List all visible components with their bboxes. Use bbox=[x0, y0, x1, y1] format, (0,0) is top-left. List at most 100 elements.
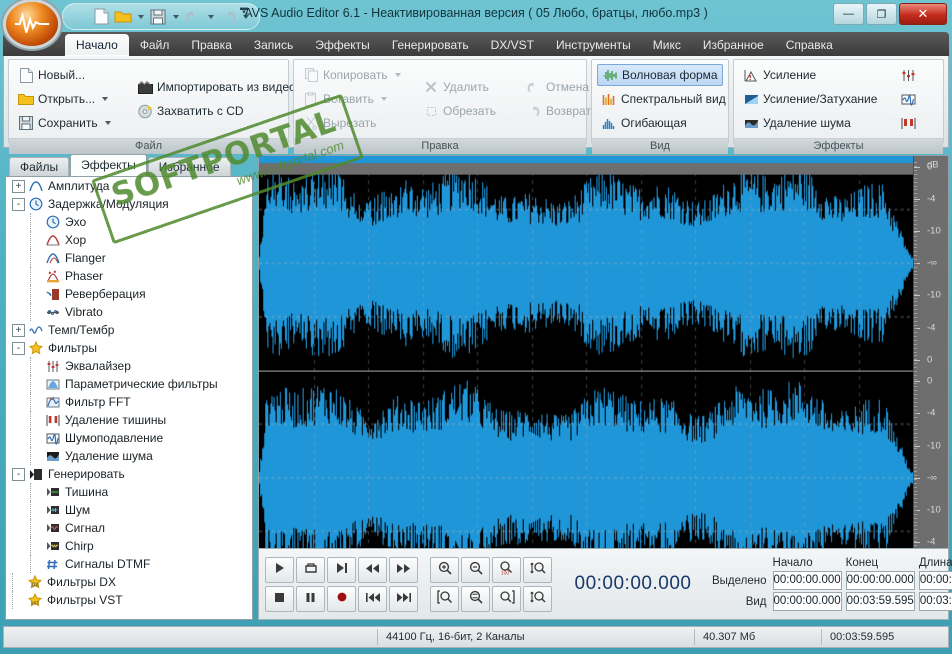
ribbon-tab-7[interactable]: Инструменты bbox=[545, 34, 642, 56]
collapse-icon[interactable]: - bbox=[12, 197, 25, 211]
ribbon-import-video-button[interactable]: Импортировать из видео bbox=[133, 76, 296, 98]
ribbon-copy-button[interactable]: Копировать bbox=[299, 64, 401, 86]
tree-item-7[interactable]: Vibrato bbox=[6, 303, 252, 321]
app-logo-icon[interactable] bbox=[6, 2, 58, 46]
play-button[interactable] bbox=[265, 556, 294, 583]
stop-button[interactable] bbox=[265, 585, 294, 612]
tree-item-16[interactable]: - Генерировать bbox=[6, 465, 252, 483]
ribbon-tab-0[interactable]: Начало bbox=[65, 34, 129, 56]
ribbon-group-title: Вид bbox=[592, 138, 728, 154]
ribbon-equalizer-button[interactable] bbox=[896, 64, 928, 86]
tree-item-0[interactable]: + Амплитуда bbox=[6, 177, 252, 195]
tree-item-20[interactable]: Chirp bbox=[6, 537, 252, 555]
ribbon-noise-reduction-button[interactable] bbox=[896, 88, 928, 110]
ribbon-envelope-view-button[interactable]: Огибающая bbox=[597, 112, 723, 134]
tree-item-1[interactable]: - Задержка/Модуляция bbox=[6, 195, 252, 213]
zoom-out-vertical-button[interactable] bbox=[523, 585, 552, 612]
selection-length-field[interactable]: 00:00:00.000 bbox=[918, 571, 952, 590]
tree-item-6[interactable]: Реверберация bbox=[6, 285, 252, 303]
ribbon-tab-5[interactable]: Генерировать bbox=[381, 34, 480, 56]
zoom-to-selection-start-button[interactable] bbox=[430, 585, 459, 612]
minimize-button[interactable]: — bbox=[833, 3, 864, 25]
go-to-end-button[interactable] bbox=[389, 585, 418, 612]
waveform-canvas[interactable] bbox=[259, 156, 913, 585]
selection-end-field[interactable]: 00:00:00.000 bbox=[845, 571, 915, 590]
tree-item-22[interactable]: DX Фильтры DX bbox=[6, 573, 252, 591]
ribbon-crop-button[interactable]: Обрезать bbox=[419, 100, 500, 122]
left-panel-tab-1[interactable]: Эффекты bbox=[70, 154, 147, 176]
chevron-down-icon[interactable] bbox=[102, 97, 109, 101]
pause-button[interactable] bbox=[296, 585, 325, 612]
tree-item-8[interactable]: + Темп/Тембр bbox=[6, 321, 252, 339]
tree-item-10[interactable]: Эквалайзер bbox=[6, 357, 252, 375]
play-to-end-button[interactable] bbox=[327, 556, 356, 583]
selection-start-field[interactable]: 00:00:00.000 bbox=[772, 571, 842, 590]
zoom-to-selection-end-button[interactable] bbox=[492, 585, 521, 612]
ribbon-waveform-view-button[interactable]: Волновая форма bbox=[597, 64, 723, 86]
ribbon-tab-1[interactable]: Файл bbox=[129, 34, 181, 56]
tree-item-23[interactable]: VST Фильтры VST bbox=[6, 591, 252, 609]
tree-item-17[interactable]: Тишина bbox=[6, 483, 252, 501]
view-end-field[interactable]: 00:03:59.595 bbox=[845, 592, 915, 611]
tree-item-2[interactable]: Эхо bbox=[6, 213, 252, 231]
tree-item-5[interactable]: Phaser bbox=[6, 267, 252, 285]
zoom-out-button[interactable] bbox=[461, 556, 490, 583]
view-length-field[interactable]: 00:03:59.595 bbox=[918, 592, 952, 611]
zoom-to-selection-button[interactable] bbox=[461, 585, 490, 612]
tree-item-3[interactable]: Хор bbox=[6, 231, 252, 249]
ribbon-tab-9[interactable]: Избранное bbox=[692, 34, 775, 56]
cut-icon bbox=[303, 115, 319, 131]
chevron-down-icon[interactable] bbox=[380, 97, 387, 101]
ribbon-noise-removal-button[interactable]: Удаление шума bbox=[739, 112, 887, 134]
ribbon-silence-removal-button[interactable] bbox=[896, 112, 928, 134]
ribbon-tab-3[interactable]: Запись bbox=[243, 34, 304, 56]
ribbon-amplify-button[interactable]: Усиление bbox=[739, 64, 887, 86]
tree-item-4[interactable]: Flanger bbox=[6, 249, 252, 267]
ribbon-tab-10[interactable]: Справка bbox=[775, 34, 844, 56]
expand-icon[interactable]: + bbox=[12, 179, 25, 193]
ribbon-tab-4[interactable]: Эффекты bbox=[304, 34, 381, 56]
ribbon-cut-button[interactable]: Вырезать bbox=[299, 112, 397, 134]
fast-forward-button[interactable] bbox=[389, 556, 418, 583]
left-panel-tab-0[interactable]: Файлы bbox=[9, 157, 70, 176]
collapse-icon[interactable]: - bbox=[12, 341, 25, 355]
maximize-button[interactable]: ❐ bbox=[866, 3, 897, 25]
ribbon-tab-6[interactable]: DX/VST bbox=[480, 34, 545, 56]
tree-item-18[interactable]: Шум bbox=[6, 501, 252, 519]
ribbon-save-button[interactable]: Сохранить bbox=[14, 112, 124, 134]
tree-item-12[interactable]: Фильтр FFT bbox=[6, 393, 252, 411]
chevron-down-icon[interactable] bbox=[104, 121, 111, 125]
ribbon-rip-cd-button[interactable]: Захватить с CD bbox=[133, 100, 283, 122]
view-start-field[interactable]: 00:00:00.000 bbox=[772, 592, 842, 611]
ribbon-open-button[interactable]: Открыть... bbox=[14, 88, 124, 110]
left-panel-tab-2[interactable]: Избранное bbox=[147, 157, 231, 176]
zoom-selection-start-icon bbox=[436, 590, 453, 607]
ribbon-new-button[interactable]: Новый... bbox=[14, 64, 124, 86]
tree-item-15[interactable]: Удаление шума bbox=[6, 447, 252, 465]
ribbon-spectral-view-button[interactable]: Спектральный вид bbox=[597, 88, 726, 110]
ribbon-tab-2[interactable]: Правка bbox=[180, 34, 243, 56]
zoom-in-button[interactable] bbox=[430, 556, 459, 583]
effects-tree[interactable]: + Амплитуда - Задержка/Модуляция Эхо Хор Flang… bbox=[5, 176, 253, 620]
ribbon-fade-button[interactable]: Усиление/Затухание bbox=[739, 88, 887, 110]
loop-button[interactable] bbox=[296, 556, 325, 583]
tree-item-11[interactable]: Параметрические фильтры bbox=[6, 375, 252, 393]
zoom-100-button[interactable]: 100 bbox=[492, 556, 521, 583]
tree-item-21[interactable]: Сигналы DTMF bbox=[6, 555, 252, 573]
ribbon-paste-button[interactable]: Вставить bbox=[299, 88, 397, 110]
db-minor-tick bbox=[914, 197, 917, 199]
rewind-button[interactable] bbox=[358, 556, 387, 583]
tree-item-13[interactable]: Удаление тишины bbox=[6, 411, 252, 429]
go-to-start-button[interactable] bbox=[358, 585, 387, 612]
ribbon-tab-8[interactable]: Микс bbox=[642, 34, 692, 56]
tree-item-9[interactable]: - Фильтры bbox=[6, 339, 252, 357]
close-button[interactable]: ✕ bbox=[899, 3, 947, 25]
chevron-down-icon[interactable] bbox=[394, 73, 401, 77]
record-button[interactable] bbox=[327, 585, 356, 612]
tree-item-19[interactable]: Сигнал bbox=[6, 519, 252, 537]
ribbon-delete-button[interactable]: Удалить bbox=[419, 76, 500, 98]
collapse-icon[interactable]: - bbox=[12, 467, 25, 481]
expand-icon[interactable]: + bbox=[12, 323, 25, 337]
zoom-fit-vertical-button[interactable] bbox=[523, 556, 552, 583]
tree-item-14[interactable]: Шумоподавление bbox=[6, 429, 252, 447]
